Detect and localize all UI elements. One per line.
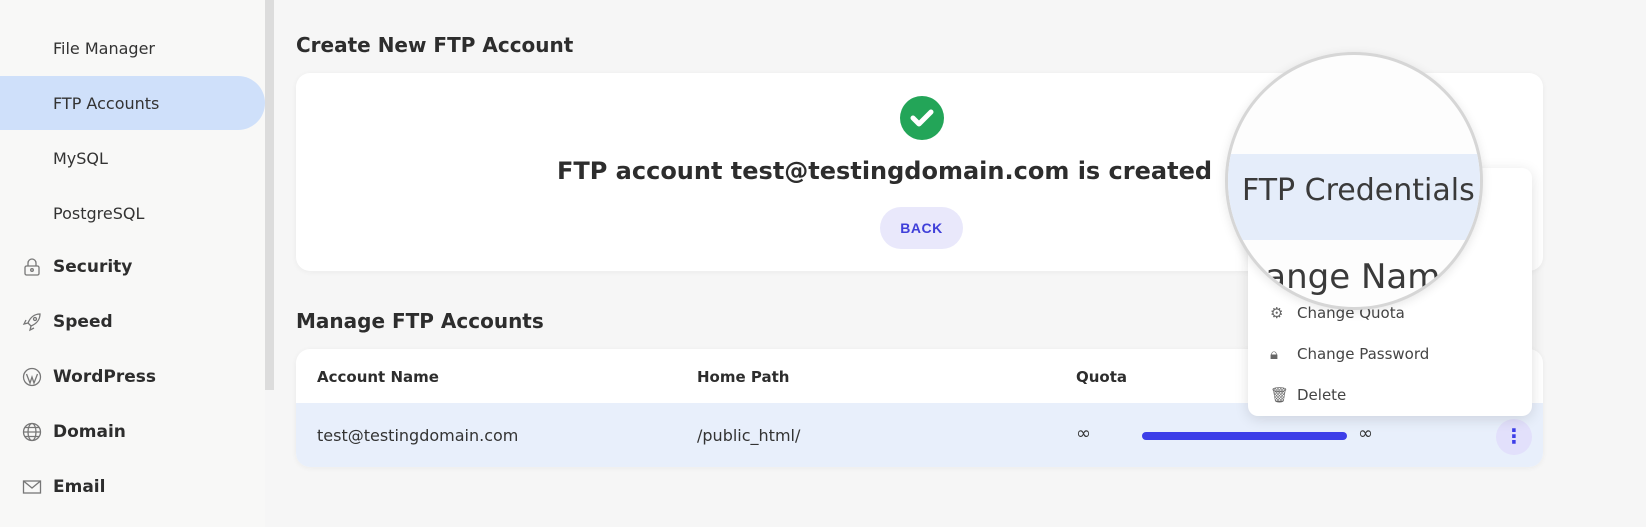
manage-section-title: Manage FTP Accounts bbox=[296, 309, 544, 333]
quota-progress-bar bbox=[1142, 432, 1347, 440]
sidebar-item-label: Email bbox=[53, 477, 106, 497]
globe-icon bbox=[22, 422, 42, 442]
sidebar-item-label: File Manager bbox=[53, 38, 155, 58]
envelope-icon bbox=[22, 480, 42, 494]
sidebar-item-label: Security bbox=[53, 257, 133, 277]
home-path-cell: /public_html/ bbox=[697, 426, 801, 445]
menu-item-label: Delete bbox=[1297, 386, 1347, 404]
magnifier-overlay: FTP Credentials Change Name bbox=[1225, 52, 1483, 310]
sidebar-item-postgresql[interactable]: PostgreSQL bbox=[0, 186, 265, 240]
sidebar-item-ftp-accounts[interactable]: FTP Accounts bbox=[0, 76, 265, 130]
sidebar-item-label: FTP Accounts bbox=[53, 93, 160, 113]
sidebar-item-email[interactable]: Email bbox=[0, 460, 265, 514]
quota-total: ∞ bbox=[1358, 423, 1373, 444]
trash-icon: 🗑︎ bbox=[1270, 386, 1290, 404]
more-options-button[interactable]: ⋮ bbox=[1496, 419, 1532, 455]
lock-icon: 🔒︎ bbox=[1270, 345, 1278, 363]
menu-item-change-password[interactable]: 🔒︎ Change Password bbox=[1248, 334, 1532, 374]
magnified-ftp-credentials: FTP Credentials bbox=[1242, 173, 1475, 208]
rocket-icon bbox=[22, 313, 41, 332]
sidebar-item-mysql[interactable]: MySQL bbox=[0, 131, 265, 185]
menu-item-label: Change Password bbox=[1297, 345, 1430, 363]
sidebar-item-label: MySQL bbox=[53, 148, 108, 168]
column-header-home-path: Home Path bbox=[697, 368, 790, 386]
sidebar-scrollbar[interactable] bbox=[265, 0, 274, 390]
account-name-cell: test@testingdomain.com bbox=[317, 426, 519, 445]
sidebar-item-domain[interactable]: Domain bbox=[0, 405, 265, 459]
sidebar-item-speed[interactable]: Speed bbox=[0, 295, 265, 349]
gear-icon: ⚙ bbox=[1270, 304, 1284, 322]
magnified-change-name[interactable]: Change Name bbox=[1228, 257, 1461, 297]
sidebar-item-label: Domain bbox=[53, 422, 126, 442]
sidebar-item-label: Speed bbox=[53, 312, 113, 332]
column-header-account-name: Account Name bbox=[317, 368, 439, 386]
menu-item-delete[interactable]: 🗑︎ Delete bbox=[1248, 375, 1532, 415]
column-header-quota: Quota bbox=[1076, 368, 1128, 386]
sidebar-item-label: WordPress bbox=[53, 367, 156, 387]
sidebar-item-wordpress[interactable]: WordPress bbox=[0, 350, 265, 404]
check-circle-icon bbox=[900, 96, 944, 140]
lock-icon bbox=[24, 258, 40, 276]
back-button[interactable]: BACK bbox=[880, 207, 963, 249]
create-section-title: Create New FTP Account bbox=[296, 33, 574, 57]
sidebar-item-file-manager[interactable]: File Manager bbox=[0, 21, 265, 75]
wordpress-icon bbox=[22, 367, 42, 387]
sidebar: File Manager FTP Accounts MySQL PostgreS… bbox=[0, 0, 265, 527]
quota-used: ∞ bbox=[1076, 423, 1091, 444]
sidebar-item-label: PostgreSQL bbox=[53, 203, 145, 223]
sidebar-item-security[interactable]: Security bbox=[0, 240, 265, 294]
